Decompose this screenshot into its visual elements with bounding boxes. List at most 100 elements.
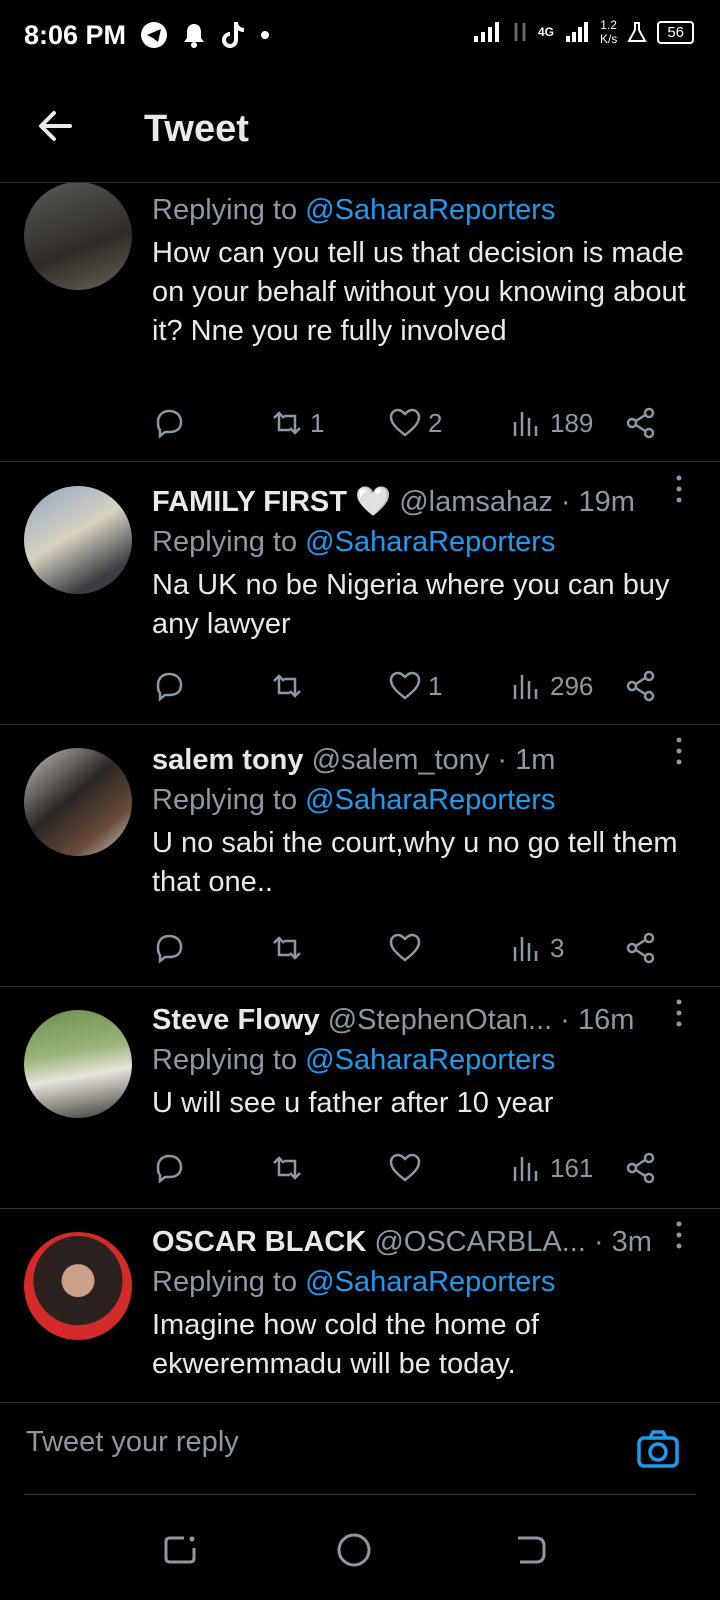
tweet-text: U will see u father after 10 year — [152, 1087, 554, 1119]
like-button[interactable] — [388, 931, 428, 965]
retweet-button[interactable]: 1 — [270, 406, 324, 440]
views-icon — [513, 1157, 538, 1181]
page-title: Tweet — [144, 108, 249, 150]
tweet-item[interactable]: Replying to @SaharaReporters How can you… — [0, 183, 720, 462]
replying-to-label: Replying to — [152, 1266, 298, 1298]
share-button[interactable] — [624, 669, 658, 703]
reply-button[interactable] — [152, 1151, 186, 1185]
avatar[interactable] — [24, 183, 132, 290]
author-handle[interactable]: @salem_tony — [312, 744, 490, 776]
author-handle[interactable]: @StephenOtan... — [328, 1004, 553, 1036]
views-count: 189 — [550, 407, 594, 438]
replying-to-handle[interactable]: @SaharaReporters — [305, 1044, 555, 1076]
share-icon — [626, 407, 655, 439]
tweet-actions: 1 296 — [152, 669, 692, 709]
app-bar: Tweet — [0, 72, 720, 183]
author-name[interactable]: OSCAR BLACK — [152, 1226, 366, 1258]
avatar[interactable] — [24, 1232, 132, 1340]
tweet-time: · 1m — [497, 744, 556, 776]
replying-to-handle[interactable]: @SaharaReporters — [305, 1266, 555, 1298]
replies-feed[interactable]: Replying to @SaharaReporters How can you… — [0, 183, 720, 1401]
views-button[interactable]: 3 — [510, 931, 564, 965]
retweet-icon — [273, 411, 301, 435]
replying-to: Replying to @SaharaReporters — [152, 1262, 692, 1302]
replying-to-handle[interactable]: @SaharaReporters — [305, 526, 555, 558]
avatar[interactable] — [24, 486, 132, 594]
retweet-button[interactable] — [270, 1151, 310, 1185]
like-count: 1 — [428, 670, 443, 701]
like-button[interactable]: 1 — [388, 669, 442, 703]
signal-icon — [473, 22, 499, 42]
back-arrow-icon[interactable] — [36, 106, 76, 146]
like-button[interactable]: 2 — [388, 406, 442, 440]
net-speed-value: 1.2 — [600, 18, 617, 32]
camera-icon[interactable] — [636, 1429, 680, 1469]
replying-to: Replying to @SaharaReporters — [152, 780, 692, 820]
tweet-item[interactable]: OSCAR BLACK @OSCARBLA... · 3m Replying t… — [0, 1208, 720, 1401]
retweet-button[interactable] — [270, 931, 310, 965]
tweet-text: U no sabi the court,why u no go tell the… — [152, 827, 678, 898]
heart-icon — [389, 671, 421, 700]
bell-icon — [184, 24, 204, 48]
recents-icon[interactable] — [160, 1530, 200, 1570]
tweet-actions: 1 2 189 — [152, 406, 692, 446]
views-icon — [513, 412, 538, 436]
tweet-item[interactable]: salem tony @salem_tony · 1m Replying to … — [0, 724, 720, 987]
like-count: 2 — [428, 407, 443, 438]
views-button[interactable]: 189 — [510, 406, 593, 440]
retweet-icon — [273, 936, 301, 960]
tweet-header: OSCAR BLACK @OSCARBLA... · 3m — [152, 1222, 692, 1262]
tweet-item[interactable]: Steve Flowy @StephenOtan... · 16m Replyi… — [0, 986, 720, 1209]
heart-icon — [389, 408, 421, 437]
notification-icons — [140, 20, 270, 50]
author-name[interactable]: salem tony — [152, 744, 304, 776]
avatar[interactable] — [24, 1010, 132, 1118]
author-handle[interactable]: @OSCARBLA... — [374, 1226, 586, 1258]
reply-input[interactable] — [24, 1425, 608, 1460]
tweet-header: salem tony @salem_tony · 1m — [152, 740, 692, 780]
reply-icon — [156, 409, 183, 439]
retweet-count: 1 — [310, 407, 325, 438]
retweet-icon — [273, 1156, 301, 1180]
share-button[interactable] — [624, 406, 658, 440]
back-icon[interactable] — [510, 1530, 550, 1570]
tweet-text: Na UK no be Nigeria where you can buy an… — [152, 569, 670, 640]
replying-to-handle[interactable]: @SaharaReporters — [305, 784, 555, 816]
views-icon — [513, 675, 538, 699]
views-button[interactable]: 296 — [510, 669, 593, 703]
heart-icon — [389, 933, 421, 962]
dot-icon — [261, 31, 269, 39]
views-icon — [513, 937, 538, 961]
author-name[interactable]: FAMILY FIRST 🤍 — [152, 486, 391, 518]
net-speed: 1.2 K/s — [600, 18, 617, 46]
replying-to-handle[interactable]: @SaharaReporters — [305, 194, 555, 226]
share-button[interactable] — [624, 1151, 658, 1185]
tweet-time: · 3m — [593, 1226, 652, 1258]
views-count: 3 — [550, 932, 565, 963]
data-arrows-icon — [514, 23, 526, 41]
tweet-text: Imagine how cold the home of ekweremmadu… — [152, 1309, 539, 1380]
author-name[interactable]: Steve Flowy — [152, 1004, 320, 1036]
views-button[interactable]: 161 — [510, 1151, 593, 1185]
reply-button[interactable] — [152, 669, 186, 703]
views-count: 161 — [550, 1152, 594, 1183]
tweet-actions: 161 — [152, 1151, 692, 1191]
tweet-header: Steve Flowy @StephenOtan... · 16m — [152, 1000, 692, 1040]
reply-button[interactable] — [152, 931, 186, 965]
avatar[interactable] — [24, 748, 132, 856]
share-button[interactable] — [624, 931, 658, 965]
tweet-time: · 19m — [560, 486, 635, 518]
replying-to-label: Replying to — [152, 1044, 298, 1076]
tweet-text: How can you tell us that decision is mad… — [152, 237, 686, 347]
tweet-item[interactable]: FAMILY FIRST 🤍 @lamsahaz · 19m Replying … — [0, 462, 720, 725]
like-button[interactable] — [388, 1151, 428, 1185]
tiktok-icon — [222, 22, 244, 48]
reply-icon — [156, 1154, 183, 1184]
retweet-button[interactable] — [270, 669, 310, 703]
reply-button[interactable] — [152, 406, 186, 440]
home-icon[interactable] — [334, 1530, 374, 1570]
signal-icon-2 — [565, 22, 588, 42]
net-speed-unit: K/s — [599, 32, 618, 46]
author-handle[interactable]: @lamsahaz — [399, 486, 553, 518]
replying-to-label: Replying to — [152, 784, 298, 816]
